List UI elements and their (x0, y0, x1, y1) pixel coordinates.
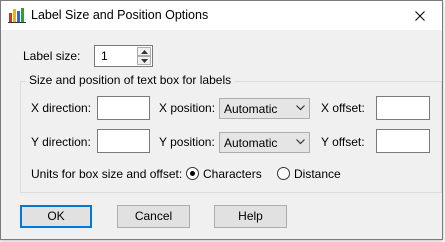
chevron-down-icon (296, 139, 305, 145)
radio-distance-label[interactable]: Distance (294, 167, 341, 181)
dialog-window: Label Size and Position Options Label si… (0, 0, 443, 240)
cancel-button[interactable]: Cancel (117, 205, 190, 228)
radio-distance[interactable] (277, 167, 290, 180)
ok-button[interactable]: OK (20, 205, 92, 228)
y-position-label: Y position: (159, 135, 215, 149)
chevron-up-icon (140, 49, 148, 54)
label-size-value[interactable]: 1 (101, 49, 108, 63)
label-size-label: Label size: (23, 49, 81, 63)
spin-up-button[interactable] (137, 47, 151, 56)
x-position-select[interactable]: Automatic (219, 98, 310, 119)
units-label: Units for box size and offset: (31, 167, 183, 181)
y-direction-label: Y direction: (31, 135, 91, 149)
chevron-down-icon (140, 58, 148, 63)
y-offset-input[interactable] (376, 129, 430, 153)
y-position-value: Automatic (224, 136, 278, 150)
app-icon (8, 8, 26, 23)
y-offset-label: Y offset: (321, 135, 365, 149)
y-direction-input[interactable] (97, 129, 150, 153)
spin-down-button[interactable] (137, 56, 151, 65)
close-button[interactable] (398, 1, 442, 30)
x-direction-input[interactable] (97, 96, 150, 120)
chevron-down-icon (296, 105, 305, 111)
x-position-label: X position: (159, 101, 216, 115)
x-direction-label: X direction: (31, 101, 92, 115)
label-size-spinner[interactable]: 1 (94, 45, 153, 67)
radio-characters[interactable] (186, 167, 199, 180)
group-title: Size and position of text box for labels (26, 73, 235, 87)
window-title: Label Size and Position Options (31, 8, 209, 22)
x-offset-input[interactable] (376, 96, 430, 120)
y-position-select[interactable]: Automatic (219, 132, 310, 153)
close-icon (415, 10, 425, 21)
title-bar: Label Size and Position Options (1, 1, 442, 30)
x-offset-label: X offset: (321, 101, 365, 115)
x-position-value: Automatic (224, 102, 278, 116)
help-button[interactable]: Help (214, 205, 287, 228)
radio-characters-label[interactable]: Characters (203, 167, 262, 181)
